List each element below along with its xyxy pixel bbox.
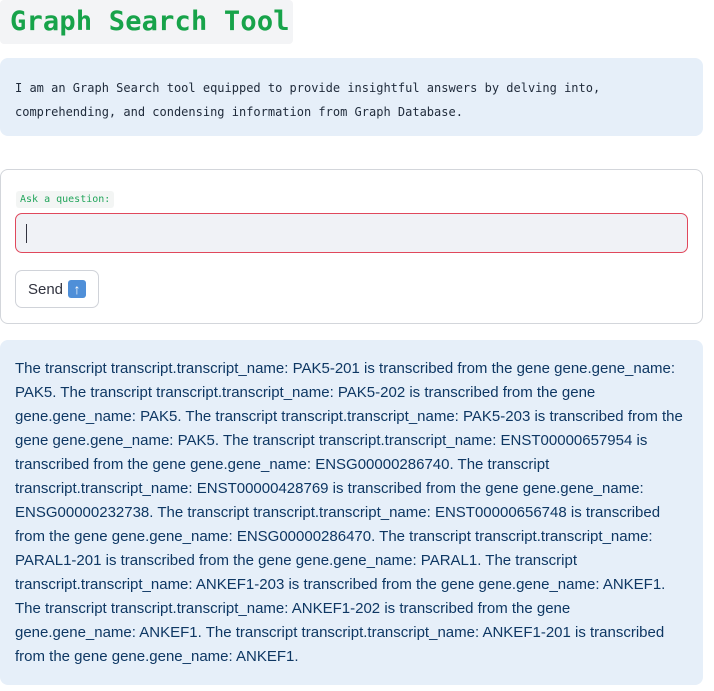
intro-info-box: I am an Graph Search tool equipped to pr… <box>0 58 703 136</box>
question-label: Ask a question: <box>16 191 115 208</box>
send-label: Send <box>27 280 64 298</box>
answer-box: The transcript transcript.transcript_nam… <box>0 340 703 685</box>
question-form: Ask a question: Send ↑ <box>0 169 703 324</box>
intro-text: I am an Graph Search tool equipped to pr… <box>15 81 601 119</box>
send-button[interactable]: Send ↑ <box>15 270 99 308</box>
question-input[interactable] <box>15 213 688 253</box>
answer-text: The transcript transcript.transcript_nam… <box>15 360 683 665</box>
page-title: Graph Search Tool <box>10 6 290 37</box>
text-cursor <box>26 224 27 243</box>
title-bar: Graph Search Tool <box>0 0 293 44</box>
up-arrow-icon: ↑ <box>68 280 87 298</box>
